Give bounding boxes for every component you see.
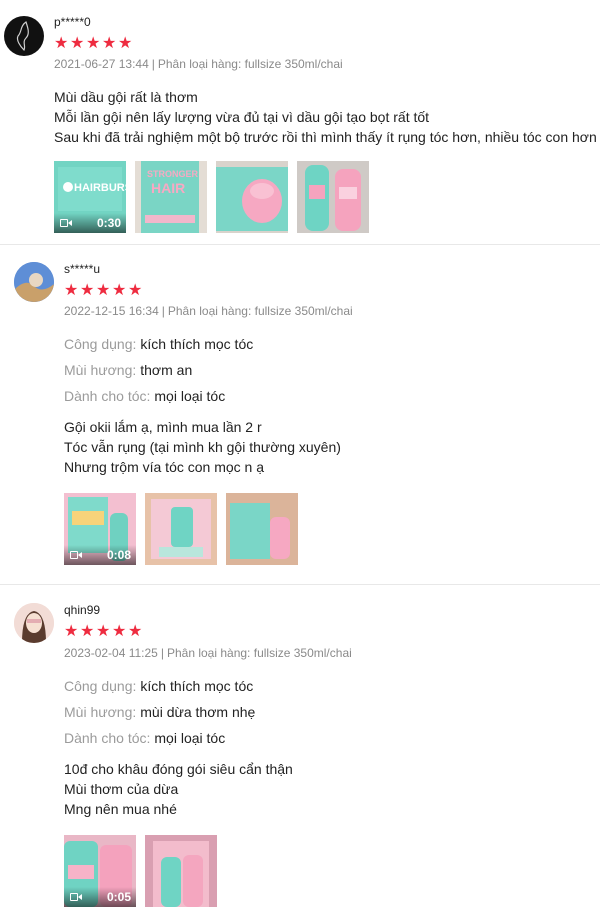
svg-text:HAIR: HAIR <box>151 180 185 196</box>
attribute-hair-type: Dành cho tóc: mọi loại tóc <box>64 730 225 746</box>
variation-label: Phân loại hàng: <box>157 57 242 71</box>
attribute-key: Công dụng: <box>64 678 137 694</box>
star-icon: ★ <box>64 280 79 299</box>
star-icon: ★ <box>112 621 127 640</box>
product-caption: HAIRBURS <box>74 182 126 194</box>
video-overlay: 0:05 <box>64 887 136 907</box>
attribute-usage: Công dụng: kích thích mọc tóc <box>64 336 253 352</box>
review-video-thumbnail[interactable]: 0:05 <box>64 835 136 907</box>
star-icon: ★ <box>70 33 85 52</box>
star-icon: ★ <box>102 33 117 52</box>
attribute-key: Mùi hương: <box>64 704 137 720</box>
review-image-thumbnail[interactable] <box>216 161 288 233</box>
star-icon: ★ <box>128 621 143 640</box>
star-icon: ★ <box>96 621 111 640</box>
avatar[interactable] <box>14 603 54 643</box>
reviewer-username[interactable]: p*****0 <box>54 15 91 29</box>
review-video-thumbnail[interactable]: 0:08 <box>64 493 136 565</box>
attribute-value: thơm an <box>140 362 193 378</box>
video-duration: 0:30 <box>96 216 121 230</box>
video-duration: 0:05 <box>106 890 131 904</box>
review-line: Mng nên mua nhé <box>64 801 177 817</box>
review-line: Nhưng trộm vía tóc con mọc n ạ <box>64 459 265 475</box>
review-date: 2021-06-27 13:44 <box>54 57 149 71</box>
attribute-key: Dành cho tóc: <box>64 388 151 404</box>
review-image-thumbnail[interactable] <box>145 493 217 565</box>
star-icon: ★ <box>64 621 79 640</box>
variation-label: Phân loại hàng: <box>166 646 251 660</box>
review-media-list: 0:05 <box>64 835 217 907</box>
review-line: Mỗi lần gội nên lấy lượng vừa đủ tại vì … <box>54 109 430 125</box>
video-camera-icon <box>70 892 82 902</box>
review-content: Mùi dầu gội rất là thơm Mỗi lần gội nên … <box>54 87 597 147</box>
rating-stars: ★ ★ ★ ★ ★ <box>54 33 133 52</box>
review-media-list: 0:08 <box>64 493 298 565</box>
attribute-scent: Mùi hương: mùi dừa thơm nhẹ <box>64 704 255 720</box>
variation-value: fullsize 350ml/chai <box>244 57 343 71</box>
star-icon: ★ <box>86 33 101 52</box>
star-icon: ★ <box>128 280 143 299</box>
review-line: Sau khi đã trải nghiệm một bộ trước rồi … <box>54 129 597 145</box>
review-line: Mùi thơm của dừa <box>64 781 179 797</box>
review-line: 10đ cho khâu đóng gói siêu cẩn thận <box>64 761 293 777</box>
star-icon: ★ <box>54 33 69 52</box>
video-overlay: 0:08 <box>64 545 136 565</box>
attribute-value: mùi dừa thơm nhẹ <box>140 704 256 720</box>
avatar[interactable] <box>14 262 54 302</box>
review-item: qhin99 ★ ★ ★ ★ ★ 2023-02-04 11:25 | Phân l… <box>0 584 600 912</box>
review-item: p*****0 ★ ★ ★ ★ ★ 2021-06-27 13:44 | Phân … <box>0 0 600 244</box>
attribute-value: kích thích mọc tóc <box>140 336 254 352</box>
star-icon: ★ <box>80 621 95 640</box>
review-meta: 2023-02-04 11:25 | Phân loại hàng: fullsiz… <box>64 646 352 660</box>
review-image-thumbnail[interactable] <box>297 161 369 233</box>
review-meta: 2022-12-15 16:34 | Phân loại hàng: fullsiz… <box>64 304 353 318</box>
review-image-thumbnail[interactable] <box>226 493 298 565</box>
star-icon: ★ <box>112 280 127 299</box>
review-item: s*****u ★ ★ ★ ★ ★ 2022-12-15 16:34 | Phân … <box>0 244 600 584</box>
attribute-key: Dành cho tóc: <box>64 730 151 746</box>
attribute-value: kích thích mọc tóc <box>140 678 254 694</box>
attribute-scent: Mùi hương: thơm an <box>64 362 192 378</box>
rating-stars: ★ ★ ★ ★ ★ <box>64 621 143 640</box>
review-line: Gội okii lắm ạ, mình mua lần 2 r <box>64 419 262 435</box>
attribute-key: Mùi hương: <box>64 362 137 378</box>
review-media-list: HAIRBURS 0:30 STRONGER HAIR <box>54 161 369 233</box>
star-icon: ★ <box>80 280 95 299</box>
rating-stars: ★ ★ ★ ★ ★ <box>64 280 143 299</box>
review-content: Gội okii lắm ạ, mình mua lần 2 r Tóc vẫn… <box>64 417 341 477</box>
attribute-value: mọi loại tóc <box>154 388 226 404</box>
review-image-thumbnail[interactable] <box>145 835 217 907</box>
video-duration: 0:08 <box>106 548 131 562</box>
review-meta: 2021-06-27 13:44 | Phân loại hàng: fullsiz… <box>54 57 343 71</box>
review-line: Mùi dầu gội rất là thơm <box>54 89 198 105</box>
video-camera-icon <box>70 550 82 560</box>
review-video-thumbnail[interactable]: HAIRBURS 0:30 <box>54 161 126 233</box>
variation-value: fullsize 350ml/chai <box>253 646 352 660</box>
video-overlay: 0:30 <box>54 213 126 233</box>
attribute-value: mọi loại tóc <box>154 730 226 746</box>
avatar[interactable] <box>4 16 44 56</box>
star-icon: ★ <box>96 280 111 299</box>
review-date: 2022-12-15 16:34 <box>64 304 159 318</box>
reviewer-username[interactable]: qhin99 <box>64 603 100 617</box>
variation-label: Phân loại hàng: <box>167 304 252 318</box>
variation-value: fullsize 350ml/chai <box>254 304 353 318</box>
star-icon: ★ <box>118 33 133 52</box>
review-line: Tóc vẫn rụng (tại mình kh gội thường xuy… <box>64 439 341 455</box>
attribute-hair-type: Dành cho tóc: mọi loại tóc <box>64 388 225 404</box>
review-content: 10đ cho khâu đóng gói siêu cẩn thận Mùi … <box>64 759 293 819</box>
attribute-usage: Công dụng: kích thích mọc tóc <box>64 678 253 694</box>
review-image-thumbnail[interactable]: STRONGER HAIR <box>135 161 207 233</box>
svg-text:STRONGER: STRONGER <box>147 169 199 179</box>
review-date: 2023-02-04 11:25 <box>64 646 158 660</box>
reviewer-username[interactable]: s*****u <box>64 262 100 276</box>
video-camera-icon <box>60 218 72 228</box>
attribute-key: Công dụng: <box>64 336 137 352</box>
